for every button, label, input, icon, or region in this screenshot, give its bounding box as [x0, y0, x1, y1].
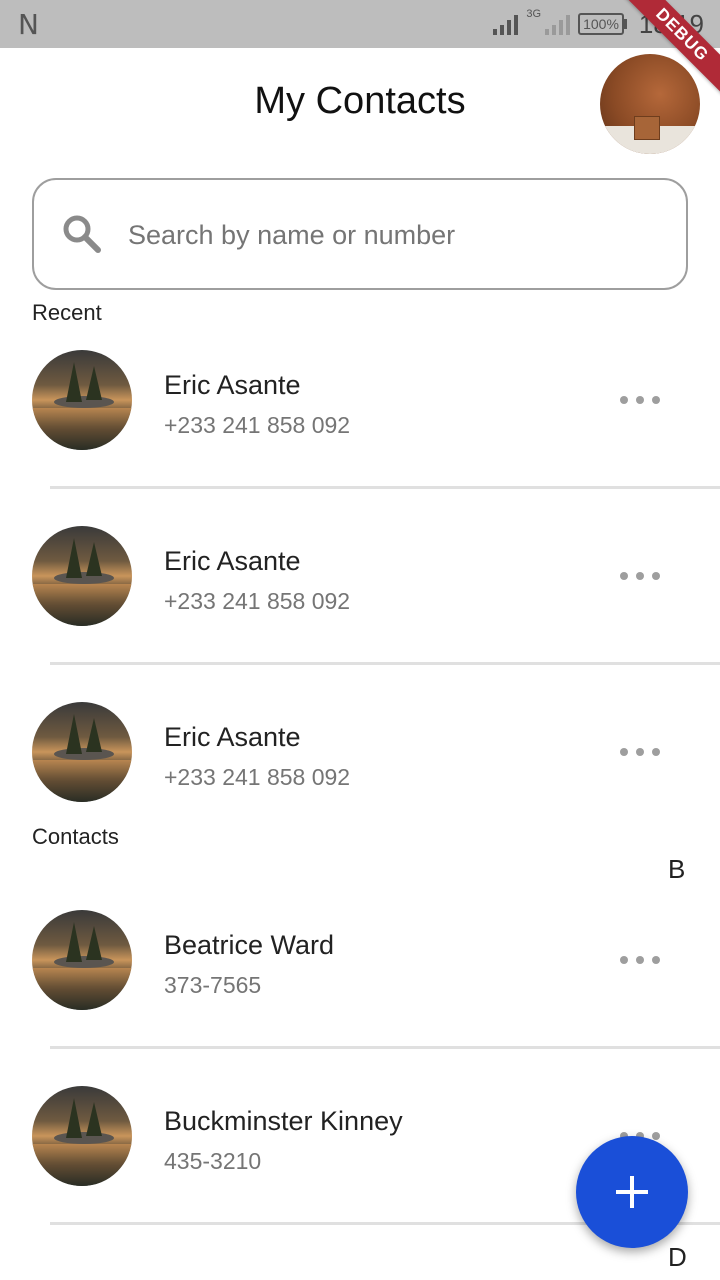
more-options-icon[interactable]: [620, 568, 660, 584]
search-input[interactable]: [128, 210, 648, 260]
contact-phone: +233 241 858 092: [164, 588, 351, 614]
contact-row[interactable]: Beatrice Ward 373-7565: [0, 886, 720, 1036]
contact-phone: +233 241 858 092: [164, 412, 351, 438]
contact-phone: 373-7565: [164, 972, 262, 998]
search-icon: [63, 215, 101, 253]
more-options-icon[interactable]: [620, 392, 660, 408]
notification-n-icon: N: [18, 8, 39, 41]
contact-row[interactable]: Eric Asante +233 241 858 092: [0, 502, 720, 652]
contact-name: Eric Asante: [164, 546, 301, 576]
contact-avatar: [32, 702, 132, 802]
contact-name: Beatrice Ward: [164, 930, 335, 960]
more-options-icon[interactable]: [620, 952, 660, 968]
divider: [50, 486, 720, 489]
section-label-recent: Recent: [32, 300, 102, 325]
contact-row[interactable]: Eric Asante +233 241 858 092: [0, 678, 720, 828]
contact-name: Eric Asante: [164, 370, 301, 400]
contact-avatar: [32, 910, 132, 1010]
search-box[interactable]: [32, 178, 688, 290]
signal-icon: [493, 13, 519, 35]
divider: [50, 1046, 720, 1049]
contact-avatar: [32, 526, 132, 626]
contact-name: Eric Asante: [164, 722, 301, 752]
signal-secondary-icon: [545, 13, 571, 35]
battery-icon: 100%: [578, 13, 627, 35]
profile-avatar[interactable]: [600, 54, 700, 154]
status-bar: N 3G 100% 18:19: [0, 0, 720, 48]
contact-row[interactable]: Eric Asante +233 241 858 092: [0, 326, 720, 476]
contact-name: Buckminster Kinney: [164, 1106, 403, 1136]
network-type: 3G: [526, 8, 542, 20]
contact-avatar: [32, 350, 132, 450]
contact-phone: 435-3210: [164, 1148, 262, 1174]
plus-icon: [616, 1176, 648, 1208]
alphabet-header-d: D: [668, 1242, 687, 1272]
add-contact-button[interactable]: [576, 1136, 688, 1248]
battery-level: 100%: [578, 13, 624, 35]
contact-avatar: [32, 1086, 132, 1186]
divider: [50, 662, 720, 665]
more-options-icon[interactable]: [620, 744, 660, 760]
alphabet-header-b: B: [668, 854, 686, 884]
section-label-contacts: Contacts: [32, 824, 119, 849]
contact-phone: +233 241 858 092: [164, 764, 351, 790]
